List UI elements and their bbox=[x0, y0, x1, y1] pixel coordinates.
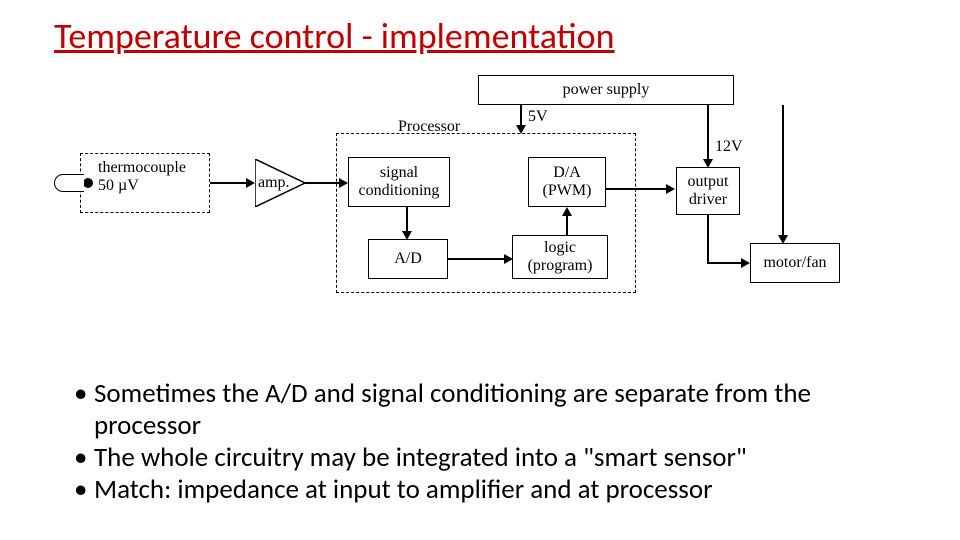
bullet-item: • Sometimes the A/D and signal condition… bbox=[74, 378, 886, 442]
wire bbox=[782, 105, 784, 237]
bullet-text: Sometimes the A/D and signal conditionin… bbox=[94, 378, 886, 442]
bullet-marker: • bbox=[74, 378, 94, 442]
text: signal bbox=[380, 164, 418, 182]
output-driver-box: output driver bbox=[676, 167, 740, 215]
text: logic bbox=[544, 239, 576, 257]
arrowhead bbox=[339, 178, 348, 188]
logic-box: logic (program) bbox=[512, 235, 608, 279]
signal-conditioning-box: signal conditioning bbox=[348, 157, 450, 207]
processor-label: Processor bbox=[398, 118, 460, 136]
bullet-text: The whole circuitry may be integrated in… bbox=[94, 442, 747, 474]
arrowhead bbox=[246, 178, 255, 188]
wire bbox=[520, 105, 522, 127]
bullet-marker: • bbox=[74, 442, 94, 474]
text: D/A bbox=[553, 164, 581, 182]
wire bbox=[406, 207, 408, 233]
ad-box: A/D bbox=[368, 239, 448, 279]
wire bbox=[707, 215, 709, 262]
wire bbox=[210, 182, 248, 184]
wire bbox=[606, 188, 668, 190]
thermocouple-label: thermocouple 50 µV bbox=[98, 159, 208, 194]
text: thermocouple bbox=[98, 159, 186, 176]
arrowhead bbox=[504, 254, 513, 264]
text: (program) bbox=[528, 257, 593, 275]
wire bbox=[305, 182, 341, 184]
thermocouple-junction bbox=[83, 178, 93, 188]
text: conditioning bbox=[359, 182, 440, 200]
arrowhead bbox=[666, 184, 675, 194]
wire bbox=[707, 105, 709, 161]
motor-fan-box: motor/fan bbox=[750, 243, 840, 283]
bullet-item: • Match: impedance at input to amplifier… bbox=[74, 474, 886, 506]
da-box: D/A (PWM) bbox=[528, 157, 606, 207]
wire bbox=[707, 262, 743, 264]
bullet-text: Match: impedance at input to amplifier a… bbox=[94, 474, 713, 506]
label-5v: 5V bbox=[528, 108, 548, 126]
arrowhead bbox=[562, 207, 572, 216]
text: output bbox=[688, 173, 729, 191]
bullet-marker: • bbox=[74, 474, 94, 506]
amp-label: amp. bbox=[258, 174, 290, 192]
thermocouple-probe bbox=[54, 174, 84, 192]
arrowhead bbox=[741, 258, 750, 268]
bullet-item: • The whole circuitry may be integrated … bbox=[74, 442, 886, 474]
label-12v: 12V bbox=[715, 138, 743, 156]
block-diagram: power supply 5V 12V Processor signal con… bbox=[80, 75, 870, 325]
arrowhead bbox=[402, 231, 412, 240]
slide-title: Temperature control - implementation bbox=[54, 14, 615, 58]
bullet-list: • Sometimes the A/D and signal condition… bbox=[74, 378, 886, 505]
text: (PWM) bbox=[543, 182, 592, 200]
wire bbox=[566, 215, 568, 235]
power-supply-box: power supply bbox=[478, 75, 734, 105]
wire bbox=[448, 258, 506, 260]
text: 50 µV bbox=[98, 177, 139, 194]
text: driver bbox=[689, 191, 727, 209]
